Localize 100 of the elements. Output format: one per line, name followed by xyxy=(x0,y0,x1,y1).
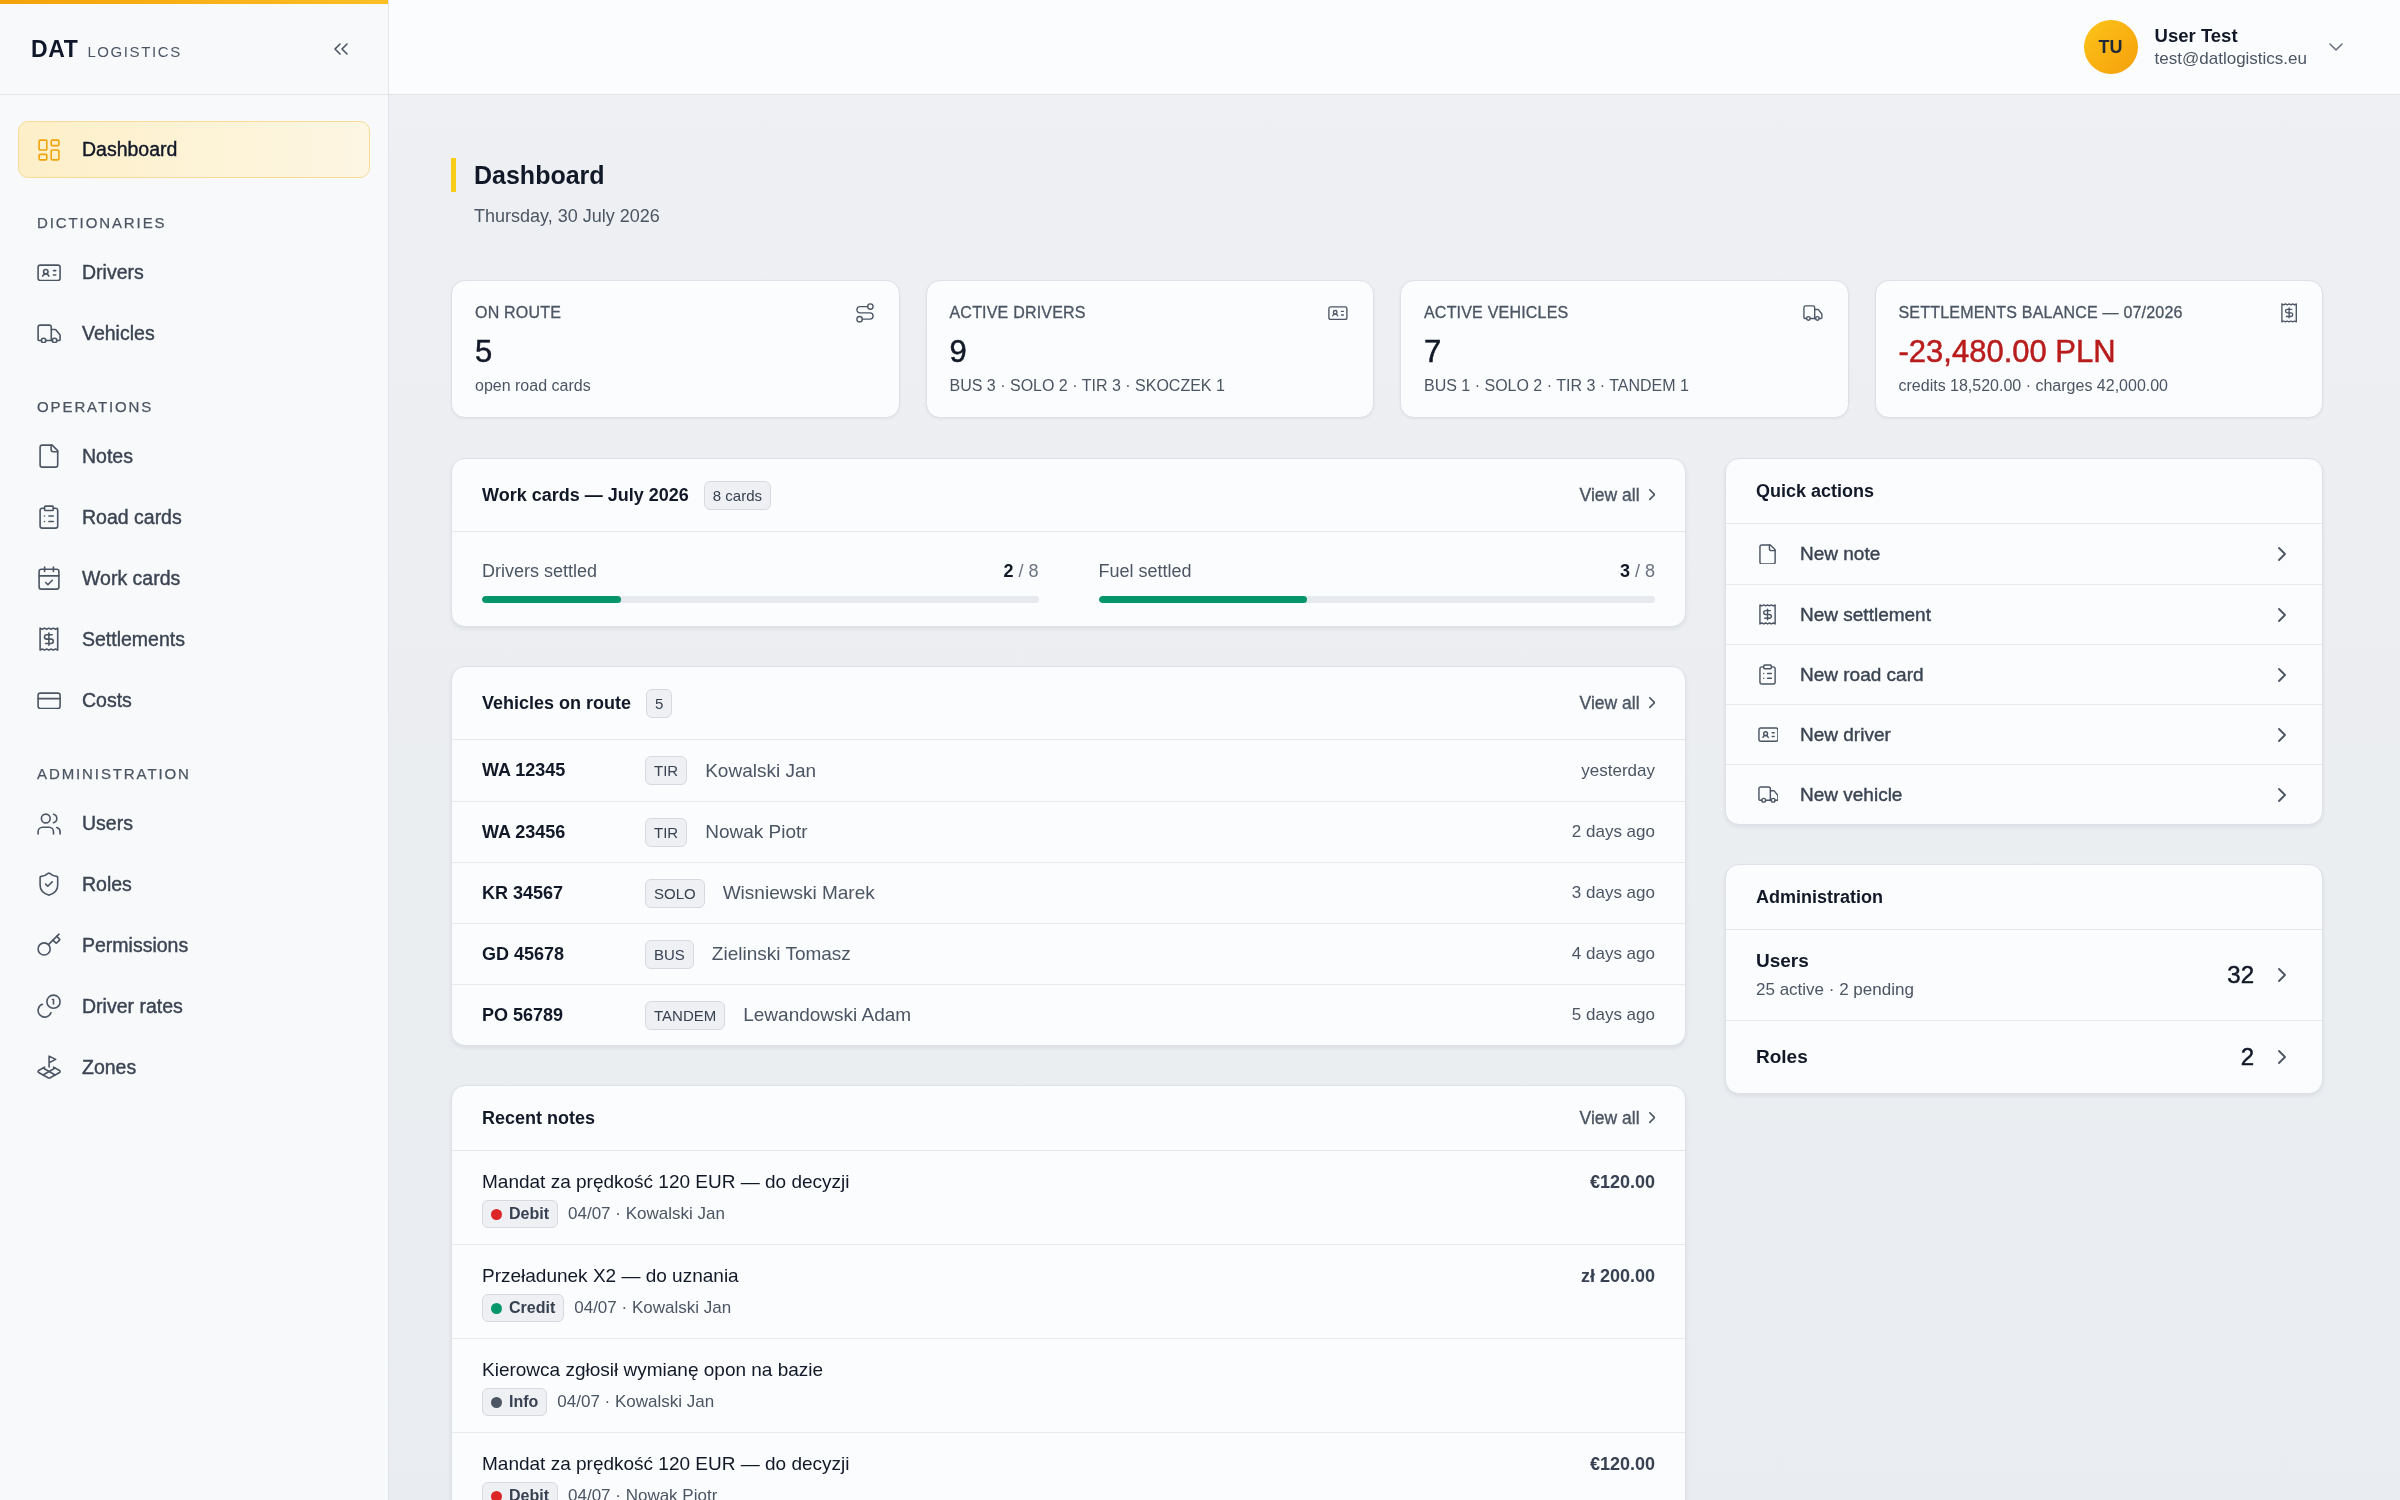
flag-plot-icon xyxy=(36,1055,62,1080)
nav-item[interactable]: Zones xyxy=(18,1039,370,1096)
credit-card-icon xyxy=(36,691,62,710)
chevron-right-icon xyxy=(2278,607,2286,622)
chevron-right-icon xyxy=(1648,489,1655,501)
key-icon xyxy=(36,933,62,958)
note-meta: 04/07 · Kowalski Jan xyxy=(557,1392,715,1412)
user-name: User Test xyxy=(2154,24,2239,48)
quick-action-item[interactable]: New settlement xyxy=(1726,584,2322,644)
logo-wordmark: DAT xyxy=(31,35,79,63)
quick-action-item[interactable]: New vehicle xyxy=(1726,764,2322,824)
chevron-right-icon xyxy=(1648,1112,1655,1124)
vehicle-type-tag: BUS xyxy=(645,939,694,969)
receipt-dollar-icon xyxy=(39,627,59,652)
receipt-dollar-icon xyxy=(2280,303,2297,323)
user-email: test@datlogistics.eu xyxy=(2154,48,2307,70)
document-icon xyxy=(39,444,59,469)
note-meta: 04/07 · Kowalski Jan xyxy=(574,1298,732,1318)
view-all-link[interactable]: View all xyxy=(1579,484,1655,506)
nav-item[interactable]: Roles xyxy=(18,856,370,913)
progress-count: 2 / 8 xyxy=(1003,560,1039,583)
panel-title: Vehicles on route xyxy=(482,692,632,714)
chevron-down-icon[interactable] xyxy=(2329,43,2343,51)
nav-section-title: OPERATIONS xyxy=(37,397,154,417)
route-icon xyxy=(855,303,874,323)
receipt-dollar-icon xyxy=(1759,604,1777,625)
quick-action-item[interactable]: New driver xyxy=(1726,704,2322,764)
page-title: Dashboard xyxy=(451,158,2323,192)
vehicle-plate: WA 23456 xyxy=(482,821,567,843)
note-amount: zł 200.00 xyxy=(1580,1265,1655,1288)
driver-name: Zielinski Tomasz xyxy=(711,943,852,965)
progress-label: Fuel settled xyxy=(1098,560,1192,583)
relative-time: 2 days ago xyxy=(1571,822,1655,842)
note-amount: €120.00 xyxy=(1589,1171,1655,1194)
stat-detail: BUS 1 · SOLO 2 · TIR 3 · TANDEM 1 xyxy=(1424,376,1690,396)
view-all-link[interactable]: View all xyxy=(1579,1107,1655,1129)
stat-detail: credits 18,520.00 · charges 42,000.00 xyxy=(1898,376,2169,396)
logo-subtitle: LOGISTICS xyxy=(87,42,182,60)
clipboard-list-icon xyxy=(1759,664,1777,685)
view-all-link[interactable]: View all xyxy=(1579,692,1655,714)
id-card-icon xyxy=(1328,305,1348,321)
stat-value: -23,480.00 PLN xyxy=(1898,333,2117,371)
vehicle-type-tag: TIR xyxy=(645,756,688,785)
panel-title: Administration xyxy=(1756,886,1883,908)
admin-list-item[interactable]: Roles 2 xyxy=(1726,1020,2322,1093)
driver-name: Nowak Piotr xyxy=(705,821,809,843)
note-type-label: Credit xyxy=(509,1298,556,1318)
truck-icon xyxy=(36,323,62,344)
nav-item[interactable]: Settlements xyxy=(18,611,370,668)
nav-item[interactable]: Users xyxy=(18,795,370,852)
nav-item[interactable]: Drivers xyxy=(18,244,370,301)
nav-item[interactable]: Dashboard xyxy=(18,121,370,178)
vehicle-type-tag: TANDEM xyxy=(645,1000,726,1030)
stat-value: 9 xyxy=(949,333,968,371)
stat-detail: BUS 3 · SOLO 2 · TIR 3 · SKOCZEK 1 xyxy=(949,376,1226,396)
id-card-icon xyxy=(36,263,62,282)
stat-label: SETTLEMENTS BALANCE — 07/2026 xyxy=(1898,303,2183,323)
driver-name: Lewandowski Adam xyxy=(743,1004,913,1026)
vehicle-plate: KR 34567 xyxy=(482,882,565,904)
admin-item-count: 32 xyxy=(2227,961,2254,989)
count-badge: 8 cards xyxy=(703,480,771,510)
nav-item[interactable]: Vehicles xyxy=(18,305,370,362)
chevron-right-icon xyxy=(2278,968,2286,982)
user-avatar: TU xyxy=(2083,20,2138,74)
note-meta: 04/07 · Kowalski Jan xyxy=(568,1204,725,1224)
driver-name: Kowalski Jan xyxy=(705,759,818,782)
driver-name: Wisniewski Marek xyxy=(722,882,876,904)
vehicle-type-tag: TIR xyxy=(645,817,688,847)
quick-action-item[interactable]: New note xyxy=(1726,524,2322,584)
nav-item[interactable]: Costs xyxy=(18,672,370,729)
vehicle-plate: GD 45678 xyxy=(482,943,566,965)
nav-item[interactable]: Road cards xyxy=(18,489,370,546)
clipboard-list-icon xyxy=(39,505,59,530)
panel-title: Quick actions xyxy=(1756,480,1875,502)
panel-title: Work cards — July 2026 xyxy=(482,484,689,506)
progress-count: 3 / 8 xyxy=(1619,560,1655,583)
nav-item[interactable]: Permissions xyxy=(18,917,370,974)
nav-item[interactable]: Notes xyxy=(18,428,370,485)
admin-list-item[interactable]: Users 25 active · 2 pending 32 xyxy=(1726,930,2322,1020)
calendar-check-icon xyxy=(38,566,60,591)
quick-action-item[interactable]: New road card xyxy=(1726,644,2322,704)
relative-time: yesterday xyxy=(1581,760,1655,781)
chevrons-left-icon[interactable] xyxy=(334,43,348,55)
stat-value: 7 xyxy=(1424,333,1443,371)
note-title: Kierowca zgłosił wymianę opon na bazie xyxy=(482,1358,824,1382)
note-amount: €120.00 xyxy=(1589,1453,1655,1476)
vehicle-type-tag: SOLO xyxy=(645,878,705,908)
stat-label: ACTIVE VEHICLES xyxy=(1424,303,1569,323)
vehicle-plate: PO 56789 xyxy=(482,1004,565,1026)
chevron-right-icon xyxy=(2278,547,2286,561)
truck-icon xyxy=(1802,304,1823,322)
stat-detail: open road cards xyxy=(475,376,592,396)
nav-item[interactable]: Work cards xyxy=(18,550,370,607)
id-card-icon xyxy=(1757,726,1779,743)
relative-time: 3 days ago xyxy=(1571,883,1655,903)
admin-item-detail: 25 active · 2 pending xyxy=(1756,979,1915,1001)
nav-item[interactable]: Driver rates xyxy=(18,978,370,1035)
note-type-label: Info xyxy=(509,1392,539,1412)
chevron-right-icon xyxy=(1648,697,1655,709)
relative-time: 4 days ago xyxy=(1571,944,1655,964)
